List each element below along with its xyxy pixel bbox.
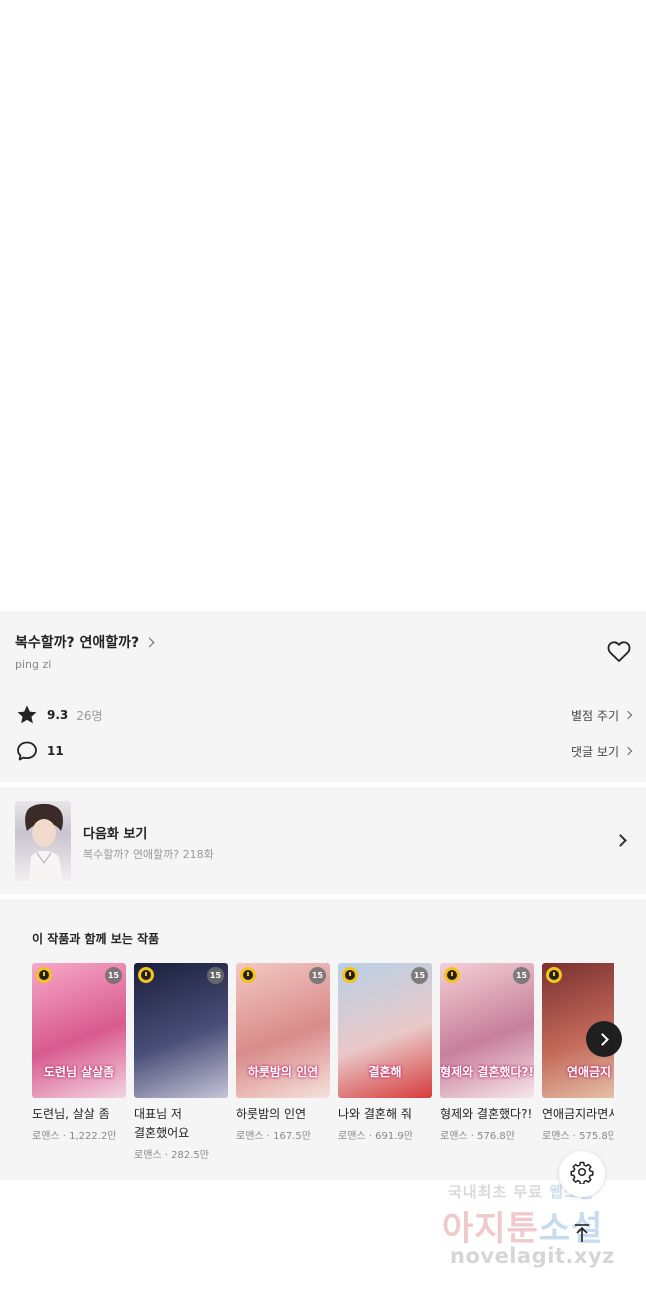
recommendation-title: 형제와 결혼했다?!	[440, 1107, 533, 1121]
rating-score: 9.3	[47, 708, 69, 722]
next-episode-subtitle: 복수할까? 연애할까? 218화	[83, 848, 214, 861]
recommendations-carousel: 15 도련님 살살좀도련님, 살살 좀로맨스 · 1,222.2만 15 대표님 저 …	[32, 963, 614, 1173]
clock-badge-icon	[342, 967, 358, 983]
recommendation-title: 도련님, 살살 좀	[32, 1107, 110, 1121]
age-rating-badge: 15	[207, 967, 224, 984]
recommendation-title: 대표님 저 결혼했어요	[134, 1107, 190, 1140]
next-episode-label: 다음화 보기	[83, 827, 148, 842]
work-title-link[interactable]: 복수할까? 연애할까?	[15, 632, 155, 652]
chevron-right-icon	[596, 1032, 609, 1046]
gear-icon	[570, 1160, 594, 1188]
cover-image[interactable]: 15 하룻밤의 인연	[236, 963, 330, 1098]
age-rating-badge: 15	[105, 967, 122, 984]
clock-badge-icon	[546, 967, 562, 983]
content-viewer-blank-area	[0, 0, 646, 611]
clock-badge-icon	[444, 967, 460, 983]
recommendation-title: 연애금지라면서요!!	[542, 1107, 614, 1121]
recommendations-heading: 이 작품과 함께 보는 작품	[32, 932, 160, 946]
recommendation-genre-views: 로맨스 · 1,222.2만	[32, 1131, 117, 1142]
rating-row: 9.3 26명 별점 주기	[15, 702, 633, 728]
comment-bubble-icon	[15, 739, 39, 763]
view-comments-label: 댓글 보기	[571, 744, 619, 759]
chevron-right-icon	[144, 637, 155, 647]
favorite-heart-icon[interactable]	[606, 640, 632, 664]
recommendation-card[interactable]: 15 형제와 결혼했다?! 형제와 결혼했다?! 로맨스 · 576.8만	[440, 963, 534, 1142]
recommendation-card[interactable]: 15 결혼해나와 결혼해 줘로맨스 · 691.9만	[338, 963, 432, 1142]
recommendation-genre-views: 로맨스 · 576.8만	[440, 1131, 515, 1142]
cover-title-art: 형제와 결혼했다?!	[440, 1065, 534, 1079]
cover-title-art: 하룻밤의 인연	[247, 1065, 319, 1079]
age-rating-badge: 15	[309, 967, 326, 984]
settings-button[interactable]	[559, 1151, 605, 1197]
work-title: 복수할까? 연애할까?	[15, 635, 140, 651]
star-icon	[15, 703, 39, 727]
author-name: ping zi	[15, 658, 52, 671]
next-episode-thumbnail[interactable]	[15, 801, 71, 881]
recommendation-card[interactable]: 15 대표님 저 결혼했어요로맨스 · 282.5만	[134, 963, 228, 1161]
cover-image[interactable]: 15 도련님 살살좀	[32, 963, 126, 1098]
watermark-text-1a: 국내최초 무료	[448, 1183, 544, 1201]
age-rating-badge: 15	[411, 967, 428, 984]
clock-badge-icon	[36, 967, 52, 983]
age-rating-badge: 15	[513, 967, 530, 984]
cover-image[interactable]: 15 결혼해	[338, 963, 432, 1098]
recommendation-title: 하룻밤의 인연	[236, 1107, 307, 1121]
cover-title-art: 결혼해	[368, 1065, 402, 1079]
clock-badge-icon	[138, 967, 154, 983]
cover-image[interactable]: 15 형제와 결혼했다?!	[440, 963, 534, 1098]
recommendation-card[interactable]: 15 도련님 살살좀도련님, 살살 좀로맨스 · 1,222.2만	[32, 963, 126, 1142]
comment-row: 11 댓글 보기	[15, 738, 633, 764]
cover-title-art: 연애금지	[566, 1065, 612, 1079]
chevron-right-icon	[623, 710, 633, 720]
recommendation-genre-views: 로맨스 · 575.8만	[542, 1131, 614, 1142]
clock-badge-icon	[240, 967, 256, 983]
recommendation-genre-views: 로맨스 · 691.9만	[338, 1131, 413, 1142]
rate-button-label: 별점 주기	[571, 708, 619, 723]
recommendation-genre-views: 로맨스 · 167.5만	[236, 1131, 311, 1142]
watermark: 국내최초 무료 웹소설 아지툰소설 novelagit.xyz	[440, 1181, 630, 1276]
carousel-next-button[interactable]	[586, 1021, 622, 1057]
arrow-up-icon	[571, 1222, 593, 1248]
recommendation-card[interactable]: 15 하룻밤의 인연 하룻밤의 인연 로맨스 · 167.5만	[236, 963, 330, 1142]
rating-count: 26명	[76, 708, 103, 723]
cover-image[interactable]: 15	[134, 963, 228, 1098]
recommendation-genre-views: 로맨스 · 282.5만	[134, 1150, 209, 1161]
scroll-to-top-button[interactable]	[564, 1217, 600, 1253]
comment-count: 11	[47, 744, 64, 758]
rate-button[interactable]: 별점 주기	[571, 707, 633, 724]
chevron-right-icon	[623, 746, 633, 756]
watermark-text-2a: 아지툰	[442, 1209, 539, 1249]
cover-title-art: 도련님 살살좀	[43, 1065, 115, 1079]
view-comments-button[interactable]: 댓글 보기	[571, 743, 633, 760]
recommendation-title: 나와 결혼해 줘	[338, 1107, 412, 1121]
